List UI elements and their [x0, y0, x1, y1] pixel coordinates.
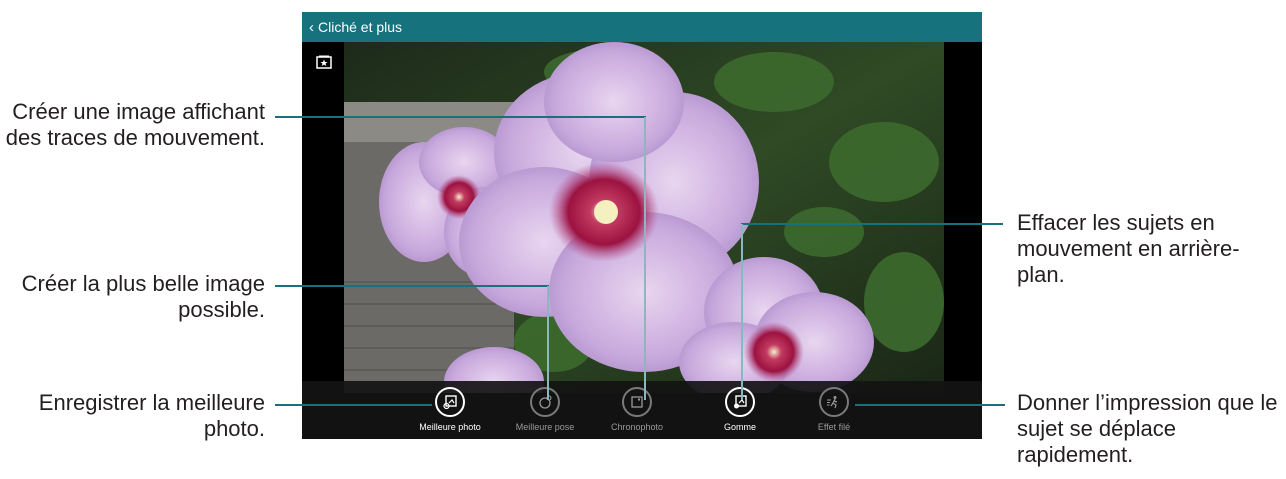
callout-chronophoto: Créer une image affichant des traces de …	[5, 99, 265, 150]
leader-line-gomme	[741, 223, 1003, 400]
callout-effet-file: Donner l’impression que le sujet se dépl…	[1017, 390, 1278, 467]
callout-gomme: Effacer les sujets en mouvement en arriè…	[1017, 210, 1240, 287]
leader-line-chronophoto	[275, 116, 646, 400]
callout-meilleure-pose: Créer la plus belle image possible.	[21, 271, 265, 322]
leader-line-meilleure-pose	[275, 285, 549, 400]
callout-meilleure-photo: Enregistrer la meilleure photo.	[38, 390, 265, 441]
